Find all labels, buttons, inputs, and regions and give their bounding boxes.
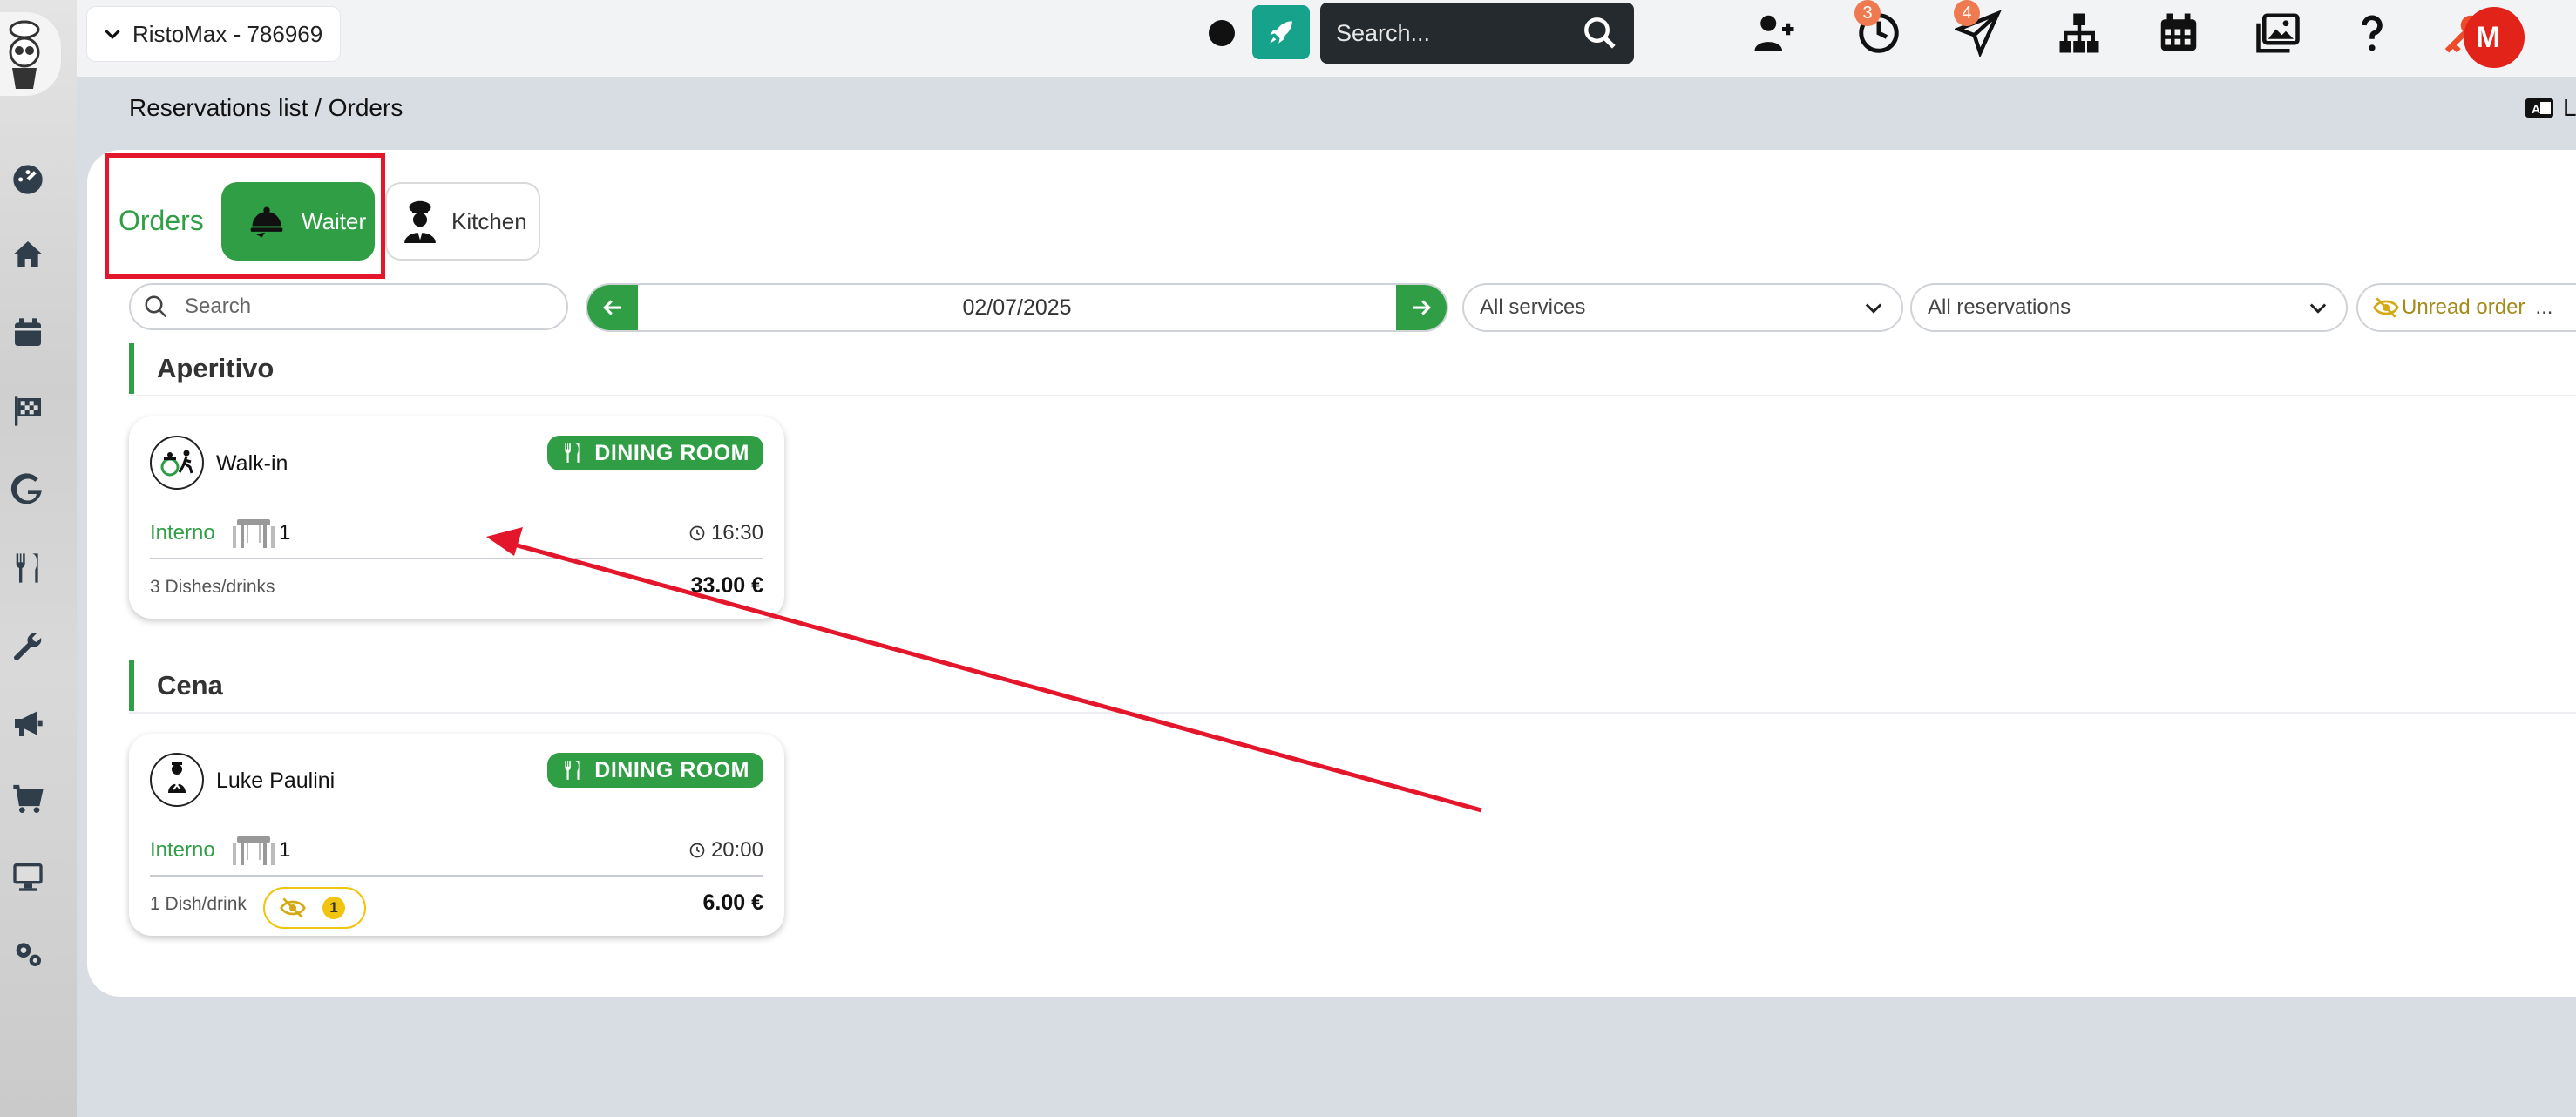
calendar-icon[interactable] — [10, 315, 45, 350]
global-search-placeholder: Search... — [1336, 19, 1431, 46]
room-name: DINING ROOM — [594, 440, 749, 465]
clock-badge: 3 — [1854, 0, 1881, 26]
section-divider — [129, 395, 2576, 396]
user-avatar[interactable]: M — [2464, 7, 2525, 68]
chevron-down-icon — [105, 30, 120, 39]
clock-icon — [689, 843, 705, 858]
wrench-icon[interactable] — [10, 629, 45, 664]
order-time-value: 16:30 — [710, 521, 763, 545]
sidebar — [0, 0, 77, 1117]
home-icon[interactable] — [10, 237, 45, 272]
megaphone-icon[interactable] — [10, 706, 45, 741]
cart-icon[interactable] — [10, 782, 45, 817]
chevron-down-icon — [2309, 303, 2327, 314]
order-total: 33.00 € — [690, 573, 763, 598]
eye-slash-icon — [280, 897, 306, 918]
dashboard-icon[interactable] — [10, 162, 45, 197]
send-icon[interactable]: 4 — [1954, 0, 2003, 58]
order-time-value: 20:00 — [710, 838, 763, 862]
ristomax-logo[interactable] — [0, 12, 61, 96]
zone-label: Interno — [150, 521, 215, 545]
calendar-grid-icon[interactable] — [2154, 9, 2203, 58]
date-picker: 02/07/2025 — [586, 283, 1448, 332]
language-selector[interactable]: A L — [2525, 94, 2576, 122]
monitor-icon[interactable] — [10, 859, 45, 894]
kitchen-mode-button[interactable]: Kitchen — [385, 182, 540, 261]
eye-slash-icon — [2373, 297, 2399, 318]
add-user-icon[interactable] — [1750, 9, 1799, 58]
arrow-right-icon — [1413, 300, 1431, 315]
order-time: 20:00 — [688, 838, 763, 863]
section-divider — [129, 712, 2576, 714]
order-time: 16:30 — [688, 521, 763, 545]
arrow-left-icon — [603, 300, 621, 315]
checkered-flag-icon[interactable] — [10, 394, 45, 429]
walk-in-icon — [150, 436, 204, 490]
status-dot-icon — [1209, 20, 1235, 46]
zone-label: Interno — [150, 838, 215, 862]
gears-icon[interactable] — [10, 936, 45, 971]
dish-count: 1 Dish/drink — [150, 894, 247, 914]
chef-icon — [404, 200, 436, 243]
guest-name: Walk-in — [216, 451, 288, 476]
room-badge: DINING ROOM — [547, 436, 763, 470]
unread-order-filter[interactable]: Unread order ... — [2356, 283, 2576, 332]
account-name: RistoMax - 786969 — [132, 20, 323, 47]
card-divider — [150, 875, 763, 877]
services-select[interactable]: All services — [1462, 283, 1903, 332]
unread-items-pill[interactable]: 1 — [263, 887, 366, 929]
reservations-select[interactable]: All reservations — [1910, 283, 2348, 332]
search-icon — [145, 295, 167, 318]
orders-search-input[interactable]: Search — [129, 283, 568, 330]
guest-avatar-icon — [150, 753, 204, 807]
translate-icon: A — [2525, 98, 2553, 118]
table-number: 1 — [279, 521, 291, 545]
next-date-button[interactable] — [1396, 285, 1447, 330]
chevron-down-icon — [1865, 303, 1882, 314]
unread-order-ellipsis: ... — [2535, 295, 2553, 319]
date-display[interactable]: 02/07/2025 — [638, 295, 1396, 321]
guest-name: Luke Paulini — [216, 768, 336, 793]
card-divider — [150, 558, 763, 559]
reservations-select-value: All reservations — [1928, 295, 2071, 319]
orders-search-placeholder: Search — [185, 294, 252, 318]
section-title-cena: Cena — [129, 660, 2576, 711]
table-icon — [233, 836, 275, 865]
account-selector[interactable]: RistoMax - 786969 — [87, 7, 340, 61]
order-total: 6.00 € — [702, 890, 763, 915]
rocket-button[interactable] — [1252, 5, 1310, 59]
reservations-clock-icon[interactable]: 3 — [1854, 0, 1903, 58]
fork-knife-icon[interactable] — [10, 551, 45, 586]
sitemap-icon[interactable] — [2055, 9, 2104, 58]
room-name: DINING ROOM — [594, 757, 749, 782]
unread-order-label: Unread order — [2402, 295, 2525, 319]
global-search-input[interactable]: Search... — [1320, 3, 1634, 64]
language-label: L — [2563, 94, 2576, 121]
google-icon[interactable] — [10, 472, 45, 507]
order-card-luke-paulini[interactable]: Luke Paulini DINING ROOM Interno 1 20:00… — [129, 734, 784, 936]
kitchen-mode-label: Kitchen — [451, 207, 527, 234]
order-card-walk-in[interactable]: Walk-in DINING ROOM Interno 1 16:30 3 Di… — [129, 416, 784, 619]
help-icon[interactable] — [2348, 9, 2396, 58]
unread-count-badge: 1 — [322, 897, 345, 919]
breadcrumb: Reservations list / Orders — [129, 94, 403, 121]
annotation-highlight-box — [105, 153, 385, 279]
messages-badge: 4 — [1954, 0, 1980, 26]
clock-icon — [689, 525, 705, 541]
previous-date-button[interactable] — [587, 285, 638, 330]
gallery-icon[interactable] — [2254, 9, 2302, 58]
fork-knife-icon — [565, 761, 580, 780]
room-badge: DINING ROOM — [547, 753, 763, 788]
fork-knife-icon — [565, 443, 580, 463]
rocket-icon — [1270, 21, 1292, 44]
table-number: 1 — [279, 838, 291, 862]
services-select-value: All services — [1480, 295, 1586, 319]
svg-text:A: A — [2532, 102, 2540, 116]
dish-count: 3 Dishes/drinks — [150, 577, 275, 597]
search-icon[interactable] — [1582, 15, 1618, 51]
section-title-aperitivo: Aperitivo — [129, 343, 2576, 394]
table-icon — [233, 519, 275, 548]
